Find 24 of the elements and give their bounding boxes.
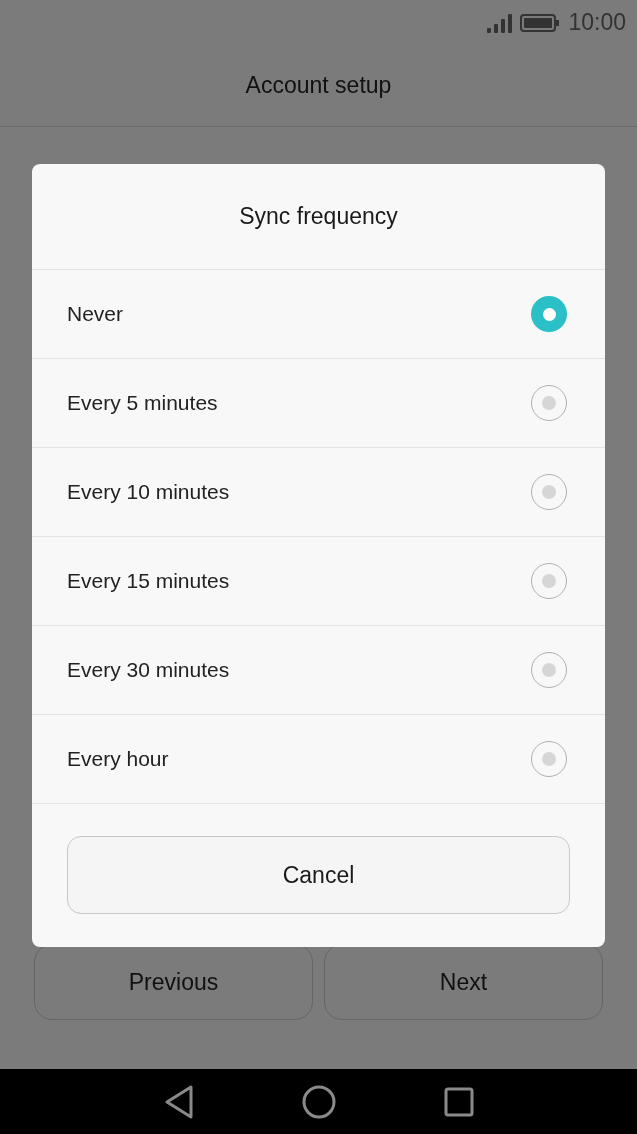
screen-title: Account setup xyxy=(245,71,392,101)
option-row[interactable]: Every 5 minutes xyxy=(32,359,605,448)
option-row[interactable]: Every 15 minutes xyxy=(32,537,605,626)
footer-button[interactable]: Previous xyxy=(34,944,313,1020)
option-label: Every 15 minutes xyxy=(67,568,230,595)
option-label: Every hour xyxy=(67,746,169,773)
option-label: Every 30 minutes xyxy=(67,657,230,684)
option-row[interactable]: Every hour xyxy=(32,715,605,804)
status-time: 10:00 xyxy=(568,8,626,38)
radio-button[interactable] xyxy=(531,296,567,332)
dialog-title: Sync frequency xyxy=(239,202,398,232)
signal-icon xyxy=(486,12,513,33)
battery-icon xyxy=(520,12,561,33)
option-row[interactable]: Never xyxy=(32,270,605,359)
back-icon[interactable] xyxy=(163,1084,194,1119)
option-row[interactable]: Every 30 minutes xyxy=(32,626,605,715)
option-label: Every 10 minutes xyxy=(67,479,230,506)
option-label: Every 5 minutes xyxy=(67,390,218,417)
option-label: Never xyxy=(67,301,124,328)
option-row[interactable]: Every 10 minutes xyxy=(32,448,605,537)
cancel-button[interactable]: Cancel xyxy=(67,836,570,914)
footer-button[interactable]: Next xyxy=(324,944,603,1020)
recents-icon[interactable] xyxy=(443,1086,474,1117)
home-icon[interactable] xyxy=(301,1084,336,1119)
